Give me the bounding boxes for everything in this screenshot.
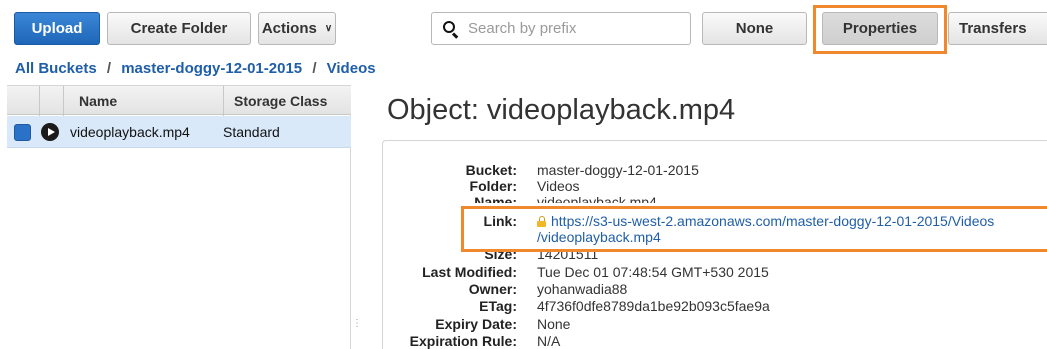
row-storage-class: Standard (223, 124, 280, 140)
breadcrumb-bucket[interactable]: master-doggy-12-01-2015 (121, 60, 302, 77)
actions-dropdown-button[interactable]: Actions ∨ (258, 12, 336, 45)
upload-button[interactable]: Upload (14, 12, 100, 45)
object-list-panel: Name Storage Class videoplayback.mp4 Sta… (7, 85, 351, 349)
breadcrumb-separator: / (106, 60, 112, 77)
play-icon (41, 123, 59, 141)
transfers-panel-button[interactable]: Transfers (948, 12, 1047, 45)
folder-label: Folder: (469, 178, 517, 194)
search-icon (442, 20, 460, 39)
chevron-down-icon: ∨ (324, 23, 333, 34)
breadcrumb-all-buckets[interactable]: All Buckets (15, 60, 97, 77)
owner-value: yohanwadia88 (537, 281, 628, 297)
lock-icon (537, 216, 546, 227)
size-value: 14201511 (537, 252, 599, 262)
folder-value: Videos (537, 178, 580, 194)
name-label: Name: (474, 194, 517, 203)
none-button-label: None (735, 20, 774, 37)
breadcrumb-separator: / (312, 60, 317, 77)
header-name[interactable]: Name (64, 86, 224, 116)
toolbar: Upload Create Folder Actions ∨ None Prop… (0, 0, 1047, 56)
owner-label: Owner: (468, 281, 517, 297)
transfers-button-label: Transfers (959, 20, 1027, 37)
object-url-line2[interactable]: /videoplayback.mp4 (537, 229, 661, 245)
expiration-rule-label: Expiration Rule: (409, 333, 517, 349)
create-folder-button-label: Create Folder (130, 20, 228, 37)
table-header: Name Storage Class (7, 85, 351, 116)
object-details-title: Object: videoplayback.mp4 (387, 94, 736, 126)
actions-button-label: Actions (261, 20, 317, 37)
none-panel-button[interactable]: None (702, 12, 807, 45)
row-select-checkbox[interactable] (14, 124, 31, 141)
breadcrumb-folder[interactable]: Videos (327, 60, 376, 77)
bucket-value: master-doggy-12-01-2015 (537, 162, 699, 178)
search-box[interactable] (431, 12, 691, 45)
header-storage-class[interactable]: Storage Class (224, 86, 351, 116)
expiry-date-value: None (537, 316, 571, 332)
search-input[interactable] (468, 20, 668, 37)
object-link[interactable]: https://s3-us-west-2.amazonaws.com/maste… (537, 213, 994, 245)
row-object-name: videoplayback.mp4 (70, 124, 190, 140)
header-select-column (7, 86, 40, 116)
properties-highlight-box (813, 5, 947, 54)
link-label: Link: (483, 213, 517, 229)
header-icon-column (40, 86, 64, 116)
last-modified-label: Last Modified: (422, 264, 517, 280)
object-url-line1[interactable]: https://s3-us-west-2.amazonaws.com/maste… (551, 213, 994, 229)
upload-button-label: Upload (31, 20, 83, 37)
etag-label: ETag: (479, 298, 517, 314)
size-label: Size: (484, 252, 517, 262)
last-modified-value: Tue Dec 01 07:48:54 GMT+530 2015 (537, 264, 769, 280)
expiration-rule-value: N/A (537, 333, 561, 349)
name-value: videoplayback.mp4 (537, 194, 657, 203)
expiry-date-label: Expiry Date: (435, 316, 517, 332)
bucket-label: Bucket: (465, 162, 517, 178)
etag-value: 4f736f0dfe8789da1be92b093c5fae9a (537, 298, 770, 314)
create-folder-button[interactable]: Create Folder (107, 12, 251, 45)
table-row[interactable]: videoplayback.mp4 Standard (7, 116, 351, 148)
breadcrumb: All Buckets / master-doggy-12-01-2015 / … (15, 60, 376, 77)
